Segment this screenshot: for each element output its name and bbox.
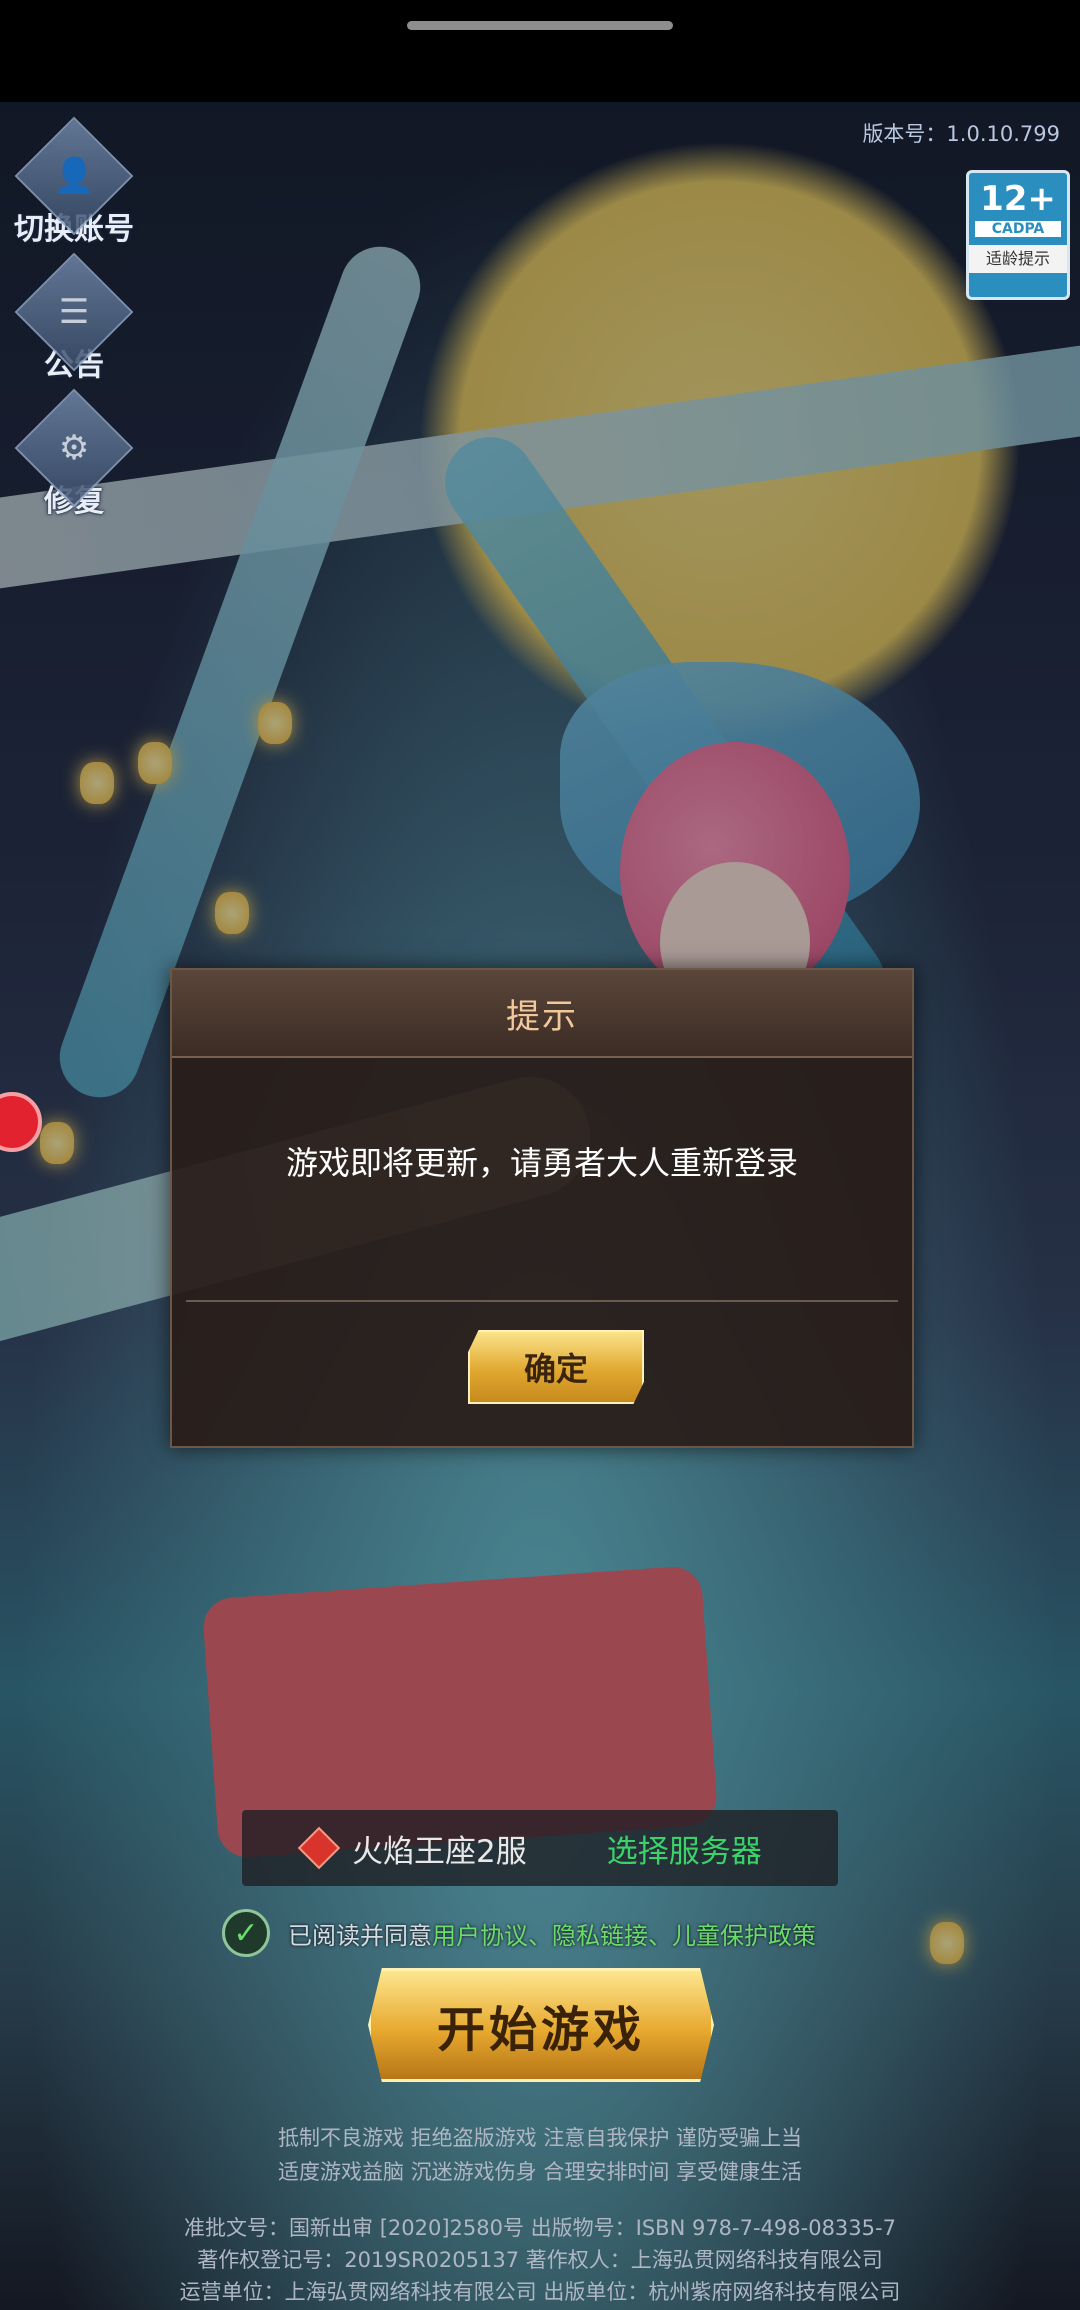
notice-button[interactable]: ☰ 公告 — [14, 252, 134, 384]
agreement-checkbox[interactable]: ✓ — [222, 1909, 270, 1957]
user-switch-icon: 👤 — [52, 156, 96, 196]
notice-icon: ☰ — [58, 291, 90, 332]
agreement-row: ✓ 已阅读并同意 用户协议 、 隐私链接 、 儿童保护政策 — [222, 1908, 816, 1958]
dialog-message: 游戏即将更新，请勇者大人重新登录 — [285, 1144, 798, 1182]
switch-account-button[interactable]: 👤 切换账号 — [14, 116, 134, 248]
copyright-info: 著作权登记号：2019SR0205137 著作权人：上海弘贯网络科技有限公司 — [197, 2248, 883, 2272]
wrench-gear-icon: ⚙ — [58, 427, 90, 468]
user-agreement-link[interactable]: 用户协议 — [432, 1916, 528, 1951]
confirm-button[interactable]: 确定 — [468, 1330, 644, 1404]
status-bar — [0, 0, 1080, 102]
update-dialog: 提示 游戏即将更新，请勇者大人重新登录 确定 — [170, 968, 914, 1448]
license-info: 准批文号：国新出审 [2020]2580号 出版物号：ISBN 978-7-49… — [184, 2216, 896, 2240]
privacy-link[interactable]: 隐私链接 — [552, 1916, 648, 1951]
child-protection-link[interactable]: 儿童保护政策 — [672, 1916, 816, 1951]
publisher-info: 运营单位：上海弘贯网络科技有限公司 出版单位：杭州紫府网络科技有限公司 — [179, 2280, 901, 2304]
dialog-title: 提示 — [506, 996, 578, 1037]
health-notice-line2: 适度游戏益脑 沉迷游戏伤身 合理安排时间 享受健康生活 — [277, 2160, 803, 2184]
version-label: 版本号：1.0.10.799 — [862, 122, 1060, 146]
start-game-button[interactable]: 开始游戏 — [368, 1968, 714, 2082]
dialog-header: 提示 — [172, 970, 912, 1058]
repair-button[interactable]: ⚙ 修复 — [14, 388, 134, 520]
server-gem-icon — [297, 1826, 341, 1870]
server-selector[interactable]: 火焰王座2服 选择服务器 — [242, 1810, 838, 1886]
select-server-link[interactable]: 选择服务器 — [607, 1826, 762, 1871]
server-name: 火焰王座2服 — [352, 1833, 527, 1870]
age-rating-badge[interactable]: 12+ CADPA 适龄提示 — [966, 170, 1070, 300]
dialog-divider — [186, 1300, 898, 1302]
home-indicator[interactable] — [407, 21, 673, 30]
health-notice-line1: 抵制不良游戏 拒绝盗版游戏 注意自我保护 谨防受骗上当 — [277, 2126, 803, 2150]
